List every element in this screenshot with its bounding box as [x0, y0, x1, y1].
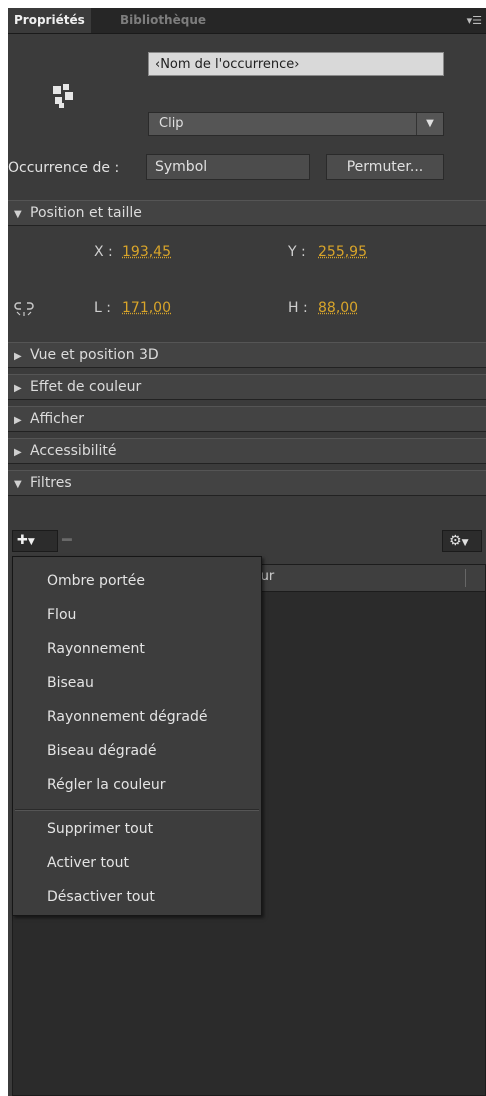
triangle-down-icon: ▼ — [14, 209, 22, 220]
section-accessibility[interactable]: ▶ Accessibilité — [8, 438, 486, 464]
chevron-down-icon: ▼ — [27, 537, 35, 547]
menu-item-gradient-bevel[interactable]: Biseau dégradé — [47, 743, 157, 759]
tab-bar: Propriétés Bibliothèque ▾☰ — [8, 8, 486, 34]
menu-separator — [15, 809, 259, 811]
menu-item-bevel[interactable]: Biseau — [47, 675, 94, 691]
swap-button[interactable]: Permuter... — [326, 154, 444, 180]
menu-item-enable-all[interactable]: Activer tout — [47, 855, 129, 871]
menu-item-glow[interactable]: Rayonnement — [47, 641, 145, 657]
width-label: L : — [94, 300, 111, 316]
section-color-effect[interactable]: ▶ Effet de couleur — [8, 374, 486, 400]
chevron-down-icon: ▼ — [416, 113, 443, 135]
plus-icon: ✚ — [17, 533, 28, 548]
tab-library[interactable]: Bibliothèque — [114, 8, 212, 33]
menu-item-gradient-glow[interactable]: Rayonnement dégradé — [47, 709, 208, 725]
menu-item-disable-all[interactable]: Désactiver tout — [47, 889, 155, 905]
instance-of-field: Symbol — [146, 154, 310, 180]
triangle-right-icon: ▶ — [14, 447, 22, 458]
x-value[interactable]: 193,45 — [122, 244, 171, 260]
y-label: Y : — [288, 244, 306, 260]
menu-item-drop-shadow[interactable]: Ombre portée — [47, 573, 145, 589]
filter-options-button[interactable]: ⚙▼ — [442, 530, 482, 552]
width-value[interactable]: 171,00 — [122, 300, 171, 316]
triangle-down-icon: ▼ — [14, 479, 22, 490]
section-label: Filtres — [30, 475, 72, 491]
section-3d-view[interactable]: ▶ Vue et position 3D — [8, 342, 486, 368]
panel-menu-icon[interactable]: ▾☰ — [467, 14, 482, 27]
remove-filter-button[interactable]: ━ — [62, 530, 82, 552]
movieclip-symbol-icon — [50, 83, 76, 109]
triangle-right-icon: ▶ — [14, 415, 22, 426]
section-label: Accessibilité — [30, 443, 117, 459]
height-value[interactable]: 88,00 — [318, 300, 358, 316]
link-icon[interactable] — [14, 300, 34, 320]
section-position-size[interactable]: ▼ Position et taille — [8, 200, 486, 226]
symbol-type-select[interactable]: Clip ▼ — [148, 112, 444, 136]
y-value[interactable]: 255,95 — [318, 244, 367, 260]
chevron-down-icon: ▼ — [461, 538, 469, 548]
menu-item-blur[interactable]: Flou — [47, 607, 76, 623]
section-label: Position et taille — [30, 205, 142, 221]
section-label: Effet de couleur — [30, 379, 142, 395]
triangle-right-icon: ▶ — [14, 351, 22, 362]
x-label: X : — [94, 244, 113, 260]
instance-of-label: Occurrence de : — [8, 160, 120, 176]
menu-item-adjust-color[interactable]: Régler la couleur — [47, 777, 166, 793]
menu-item-remove-all[interactable]: Supprimer tout — [47, 821, 153, 837]
add-filter-menu: Ombre portée Flou Rayonnement Biseau Ray… — [12, 556, 262, 916]
symbol-type-value: Clip — [159, 116, 184, 131]
section-display[interactable]: ▶ Afficher — [8, 406, 486, 432]
column-separator[interactable] — [465, 569, 466, 587]
add-filter-button[interactable]: ✚▼ — [12, 530, 58, 552]
gear-icon: ⚙ — [449, 533, 462, 549]
triangle-right-icon: ▶ — [14, 383, 22, 394]
instance-name-input[interactable]: ‹Nom de l'occurrence› — [148, 52, 444, 76]
section-label: Vue et position 3D — [30, 347, 159, 363]
tab-properties[interactable]: Propriétés — [8, 8, 91, 33]
section-filters[interactable]: ▼ Filtres — [8, 470, 486, 496]
minus-icon: ━ — [62, 530, 72, 549]
section-label: Afficher — [30, 411, 85, 427]
properties-panel: Propriétés Bibliothèque ▾☰ ‹Nom de l'occ… — [8, 8, 486, 1096]
height-label: H : — [288, 300, 308, 316]
